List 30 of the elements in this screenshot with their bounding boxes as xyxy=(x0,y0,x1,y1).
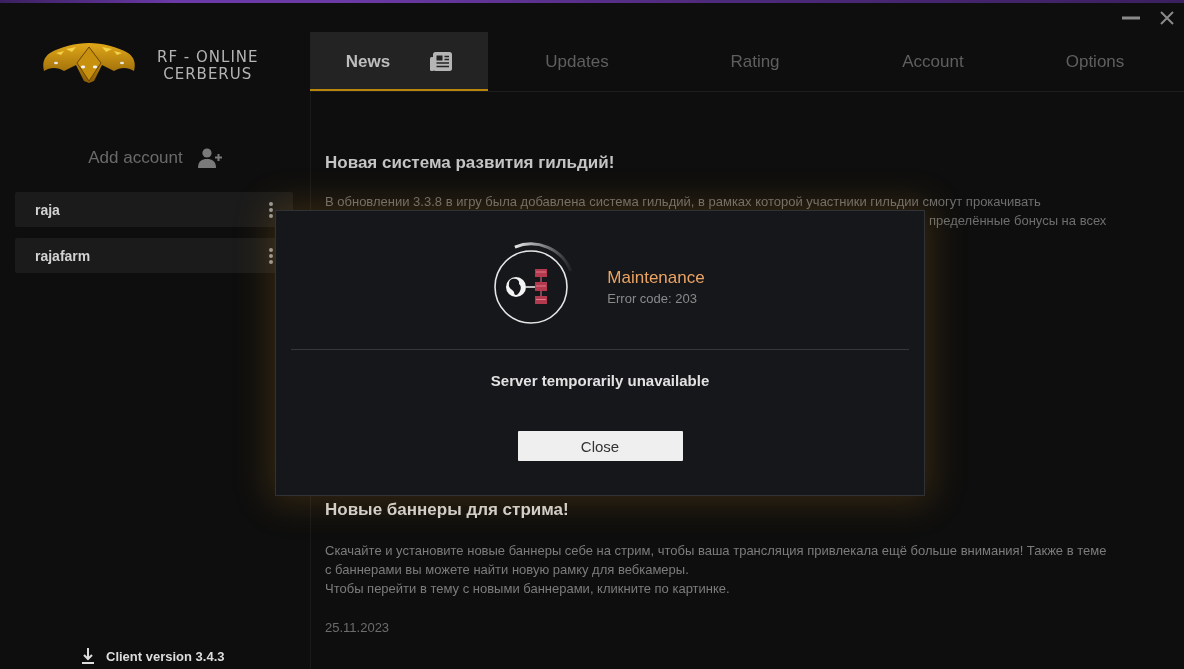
article-title: Новая система развития гильдий! xyxy=(325,152,616,174)
article-body: Скачайте и установите новые баннеры себе на стрим, чтобы ваша трансляция привлекала ещё больше внимания! Также в теме с баннерами вы можете найти новую рамку для вебкамеры. Чтобы перейти в тему с новыми баннерами, кликните по картинке. xyxy=(325,542,1107,598)
logo-subtitle: CERBERUS xyxy=(163,66,253,83)
account-name: rajafarm xyxy=(35,247,91,264)
add-account-button[interactable]: Add account xyxy=(88,147,222,169)
logo-title: RF - ONLINE xyxy=(157,49,259,66)
tab[interactable]: Account xyxy=(844,32,1022,91)
more-icon[interactable] xyxy=(269,247,273,264)
account-item[interactable]: raja xyxy=(15,192,293,227)
article-body: В обновлении 3.3.8 в игру была добавлена система гильдий, в рамках которой участники гильдии смогут прокачивать xyxy=(325,193,1041,211)
tab[interactable]: Options xyxy=(1022,32,1184,91)
winged-emblem-icon xyxy=(42,41,136,83)
close-icon[interactable] xyxy=(1160,10,1174,25)
newspaper-icon xyxy=(430,52,453,71)
article-body-fragment: пределённые бонусы на всех xyxy=(929,212,1107,230)
account-name: raja xyxy=(35,201,60,218)
article-date: 25.11.2023 xyxy=(325,619,390,637)
more-icon[interactable] xyxy=(269,201,273,218)
dialog-message: Server temporarily unavailable xyxy=(490,372,710,390)
close-button[interactable]: Close xyxy=(517,431,683,461)
add-user-icon xyxy=(197,148,222,168)
dialog-title: Maintenance xyxy=(607,267,705,288)
tab[interactable]: Updates xyxy=(488,32,666,91)
client-version: Client version 3.4.3 xyxy=(106,648,225,664)
minimize-icon[interactable] xyxy=(1122,15,1140,20)
tab[interactable]: Rating xyxy=(666,32,844,91)
tab[interactable]: News xyxy=(310,32,488,91)
download-icon xyxy=(82,648,94,664)
error-code: Error code: 203 xyxy=(607,290,698,307)
article-title: Новые баннеры для стрима! xyxy=(325,499,570,521)
